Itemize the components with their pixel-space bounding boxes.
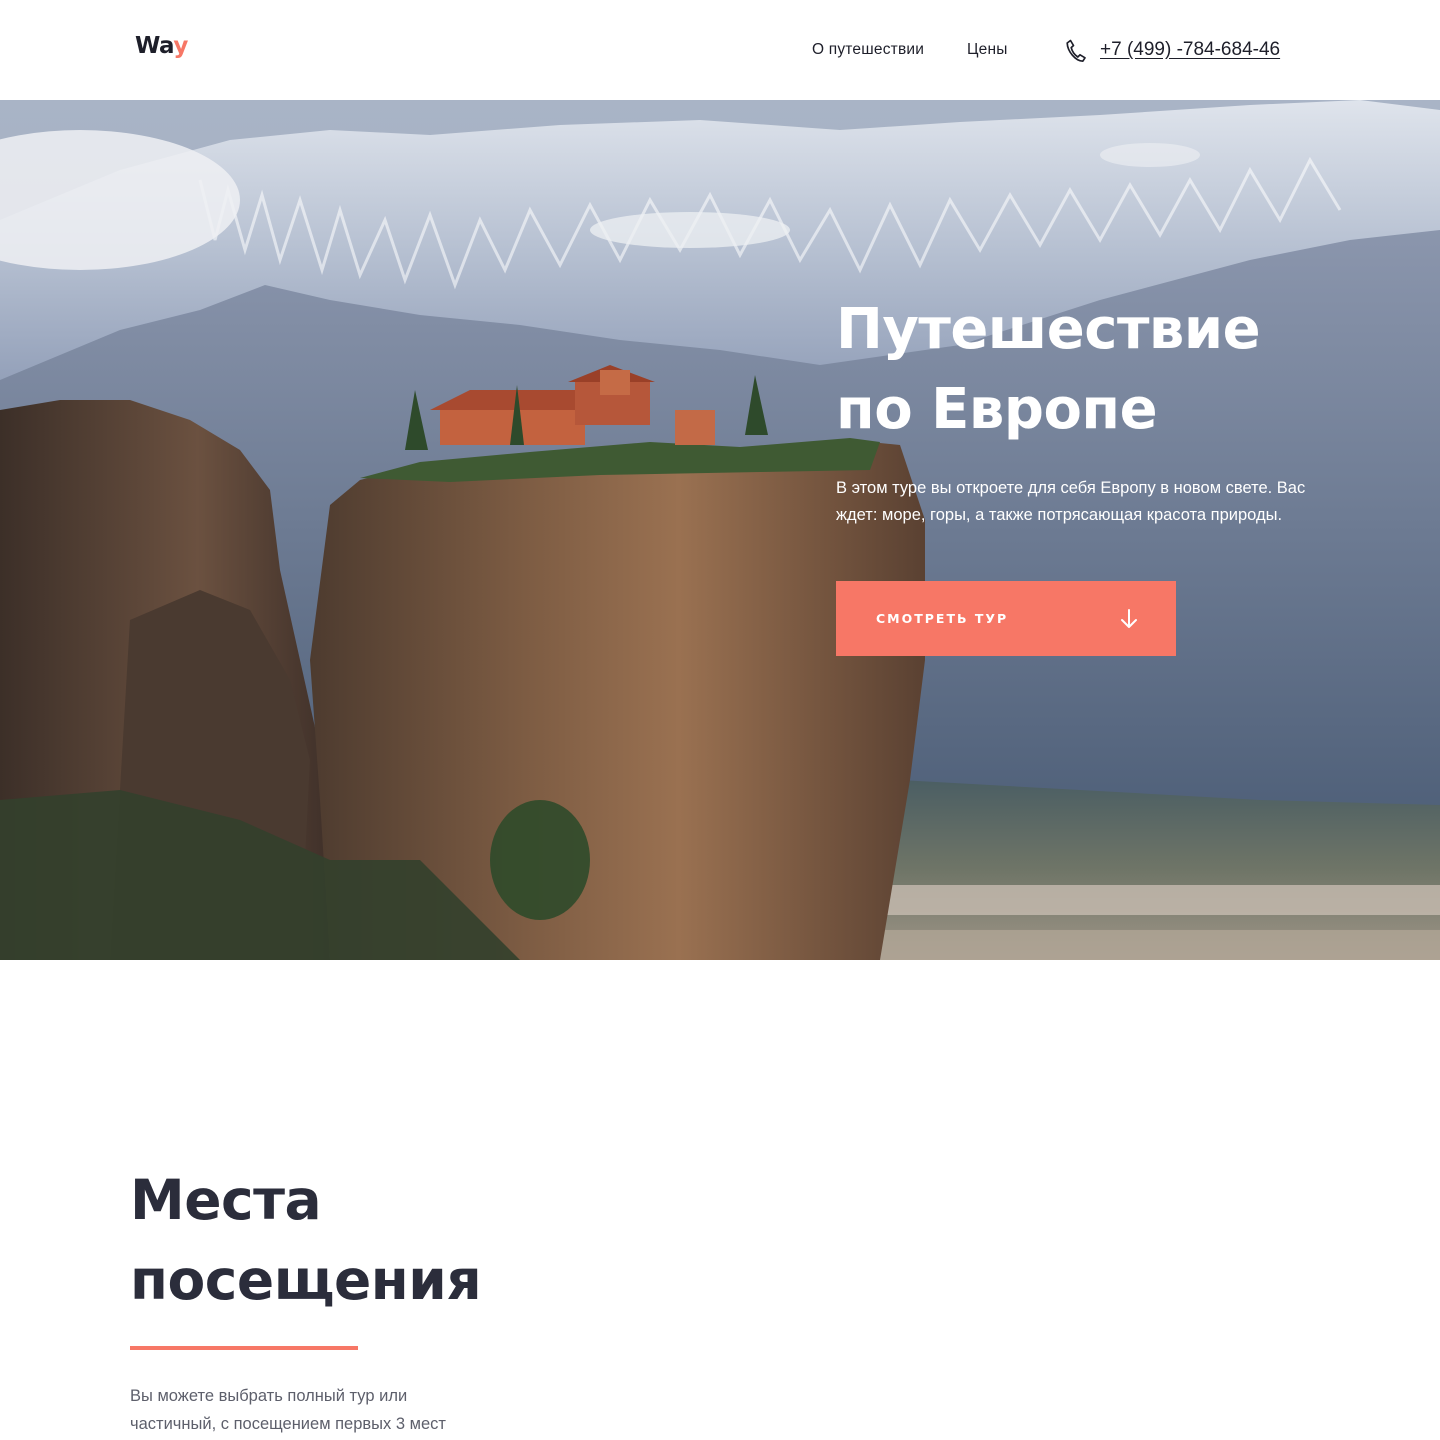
- hero-section: Путешествие по Европе В этом туре вы отк…: [0, 100, 1440, 960]
- logo[interactable]: Way: [135, 33, 188, 59]
- site-header: Way О путешествии Цены +7 (499) -784-684…: [0, 0, 1440, 100]
- arrow-down-icon: [1121, 609, 1137, 628]
- hero-title-line1: Путешествие: [836, 297, 1261, 362]
- places-description: Вы можете выбрать полный тур или частичн…: [130, 1387, 446, 1433]
- nav-link-about[interactable]: О путешествии: [812, 41, 924, 59]
- phone-link[interactable]: +7 (499) -784-684-46: [1100, 39, 1280, 61]
- hero-title: Путешествие по Европе: [836, 290, 1396, 450]
- nav-link-prices[interactable]: Цены: [967, 41, 1008, 59]
- view-tour-button[interactable]: СМОТРЕТЬ ТУР: [836, 581, 1176, 656]
- title-underline: [130, 1346, 358, 1350]
- hero-title-line2: по Европе: [836, 377, 1158, 442]
- logo-accent: y: [173, 33, 188, 59]
- logo-text: Wa: [135, 33, 174, 59]
- phone-icon: [1066, 39, 1086, 63]
- places-title: Места посещения: [130, 1160, 630, 1320]
- places-title-line2: посещения: [130, 1248, 482, 1312]
- view-tour-button-label: СМОТРЕТЬ ТУР: [876, 611, 1009, 626]
- hero-description: В этом туре вы откроете для себя Европу …: [836, 479, 1306, 524]
- hero-image: [0, 100, 1440, 960]
- places-title-line1: Места: [130, 1168, 322, 1232]
